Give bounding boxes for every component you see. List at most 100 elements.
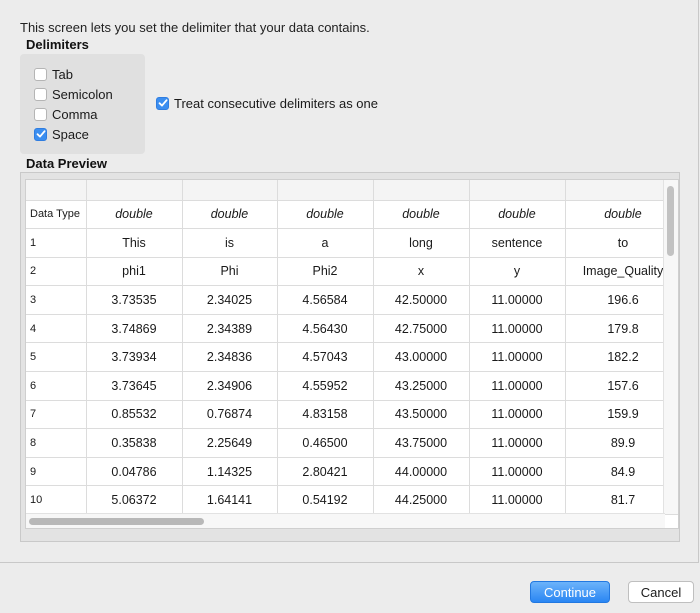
table-cell: y: [469, 257, 566, 287]
row-number: 10: [26, 485, 87, 516]
column-header[interactable]: [373, 180, 470, 201]
dialog-content: This screen lets you set the delimiter t…: [0, 0, 699, 563]
table-cell: long: [373, 228, 470, 258]
table-cell: sentence: [469, 228, 566, 258]
table-cell: a: [277, 228, 374, 258]
column-type[interactable]: double: [182, 200, 278, 230]
horizontal-scroll-thumb[interactable]: [29, 518, 204, 525]
row-number: 5: [26, 342, 87, 373]
delimiters-group: Tab Semicolon Comma Space: [20, 54, 145, 154]
semicolon-option[interactable]: Semicolon: [34, 85, 113, 103]
column-type[interactable]: double: [277, 200, 374, 230]
table-cell: 43.25000: [373, 371, 470, 401]
tab-label: Tab: [52, 66, 73, 82]
table-cell: 3.74869: [86, 314, 183, 344]
continue-button[interactable]: Continue: [530, 581, 610, 603]
table-cell: 11.00000: [469, 428, 566, 458]
horizontal-scrollbar[interactable]: [26, 513, 665, 528]
table-cell: 0.76874: [182, 400, 278, 430]
table-cell: x: [373, 257, 470, 287]
table-cell: 4.57043: [277, 342, 374, 373]
table-cell: Phi2: [277, 257, 374, 287]
cancel-button[interactable]: Cancel: [628, 581, 694, 603]
space-option[interactable]: Space: [34, 125, 89, 143]
table-cell: 4.83158: [277, 400, 374, 430]
table-cell: 2.80421: [277, 457, 374, 487]
table-cell: phi1: [86, 257, 183, 287]
table-cell: 2.25649: [182, 428, 278, 458]
table-cell: 81.7: [565, 485, 678, 516]
column-type[interactable]: double: [86, 200, 183, 230]
table-cell: 2.34025: [182, 285, 278, 315]
column-header[interactable]: [182, 180, 278, 201]
table-cell: 3.73535: [86, 285, 183, 315]
column-header-row: [26, 180, 678, 201]
column-type[interactable]: double: [565, 200, 678, 230]
table-row: 7 0.85532 0.76874 4.83158 43.50000 11.00000 15…: [26, 400, 678, 430]
table-row: 6 3.73645 2.34906 4.55952 43.25000 11.00000 15…: [26, 371, 678, 401]
table-cell: 11.00000: [469, 371, 566, 401]
table-cell: 1.14325: [182, 457, 278, 487]
table-cell: 44.00000: [373, 457, 470, 487]
column-type[interactable]: double: [373, 200, 470, 230]
tab-option[interactable]: Tab: [34, 65, 73, 83]
table-cell: 2.34906: [182, 371, 278, 401]
comma-checkbox[interactable]: [34, 107, 47, 121]
table-cell: 11.00000: [469, 314, 566, 344]
table-cell: 11.00000: [469, 285, 566, 315]
treat-consecutive-checkbox[interactable]: [156, 96, 169, 110]
space-checkbox[interactable]: [34, 127, 47, 141]
table-cell: is: [182, 228, 278, 258]
table-cell: 0.85532: [86, 400, 183, 430]
row-number: 9: [26, 457, 87, 487]
table-cell: 43.50000: [373, 400, 470, 430]
table-cell: Phi: [182, 257, 278, 287]
comma-option[interactable]: Comma: [34, 105, 98, 123]
table-cell: 5.06372: [86, 485, 183, 516]
table-cell: 0.46500: [277, 428, 374, 458]
table-cell: 11.00000: [469, 457, 566, 487]
table-row: 4 3.74869 2.34389 4.56430 42.75000 11.00000 17…: [26, 314, 678, 344]
table-cell: 0.04786: [86, 457, 183, 487]
table-cell: 4.55952: [277, 371, 374, 401]
table-cell: 84.9: [565, 457, 678, 487]
import-dialog: This screen lets you set the delimiter t…: [0, 0, 700, 613]
data-preview-table[interactable]: Data Type double double double double do…: [25, 179, 679, 529]
semicolon-checkbox[interactable]: [34, 87, 47, 101]
column-type[interactable]: double: [469, 200, 566, 230]
table-cell: 4.56584: [277, 285, 374, 315]
column-header[interactable]: [26, 180, 87, 201]
table-cell: 11.00000: [469, 400, 566, 430]
table-row: 9 0.04786 1.14325 2.80421 44.00000 11.00000 84…: [26, 457, 678, 487]
vertical-scroll-thumb[interactable]: [667, 186, 674, 256]
comma-label: Comma: [52, 106, 98, 122]
column-header[interactable]: [86, 180, 183, 201]
column-header[interactable]: [565, 180, 678, 201]
table-cell: 4.56430: [277, 314, 374, 344]
data-preview-heading: Data Preview: [26, 156, 107, 171]
table-cell: 43.75000: [373, 428, 470, 458]
table-cell: This: [86, 228, 183, 258]
row-number: 7: [26, 400, 87, 430]
table-cell: 2.34389: [182, 314, 278, 344]
preview-grid: Data Type double double double double do…: [26, 180, 678, 516]
table-cell: 11.00000: [469, 485, 566, 516]
row-number: 4: [26, 314, 87, 344]
data-type-label: Data Type: [26, 200, 87, 230]
checkmark-icon: [36, 130, 45, 138]
vertical-scrollbar[interactable]: [663, 180, 678, 514]
treat-consecutive-option[interactable]: Treat consecutive delimiters as one: [156, 94, 378, 112]
row-number: 6: [26, 371, 87, 401]
table-cell: Image_Quality: [565, 257, 678, 287]
table-cell: 42.50000: [373, 285, 470, 315]
table-row: 2 phi1 Phi Phi2 x y Image_Quality: [26, 257, 678, 287]
table-row: 8 0.35838 2.25649 0.46500 43.75000 11.00000 89…: [26, 428, 678, 458]
table-cell: 42.75000: [373, 314, 470, 344]
row-number: 1: [26, 228, 87, 258]
table-cell: 44.25000: [373, 485, 470, 516]
column-header[interactable]: [277, 180, 374, 201]
column-header[interactable]: [469, 180, 566, 201]
tab-checkbox[interactable]: [34, 67, 47, 81]
row-number: 3: [26, 285, 87, 315]
table-cell: 196.6: [565, 285, 678, 315]
